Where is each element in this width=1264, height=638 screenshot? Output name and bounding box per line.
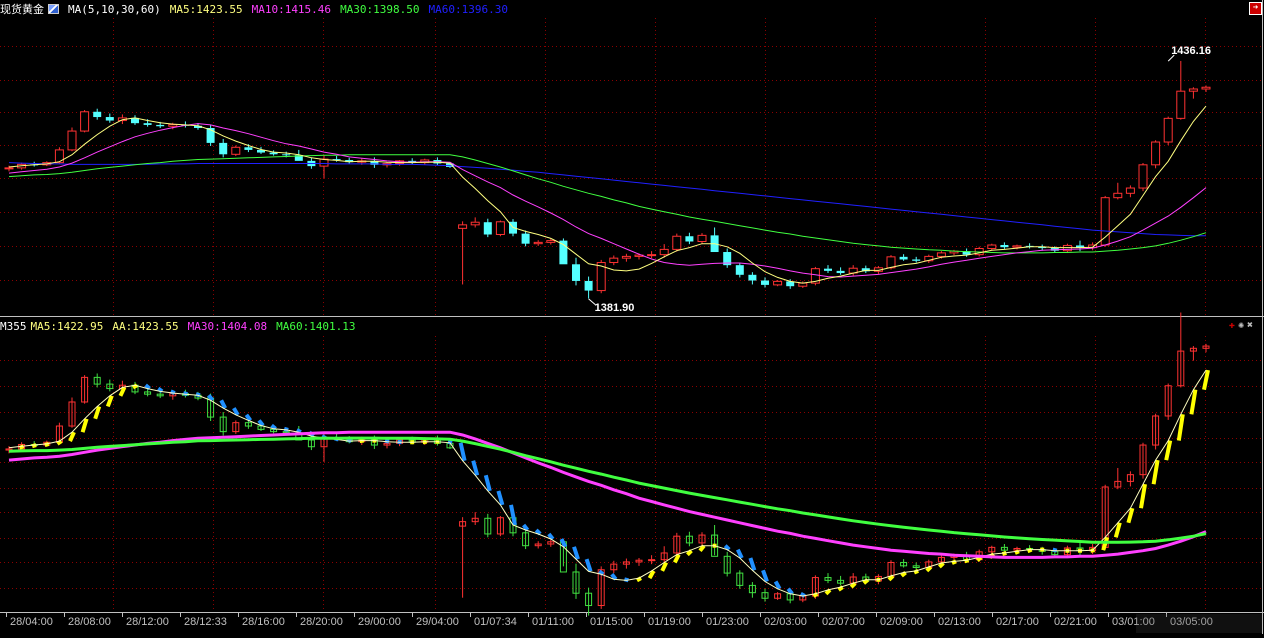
time-label: 28/16:00 [242, 616, 285, 628]
time-label: 01/11:00 [532, 616, 574, 628]
candle-body-up [987, 244, 997, 250]
candle-body-down [836, 270, 845, 274]
sub-ma60-line [8, 436, 1207, 544]
settings-icon[interactable]: ✺ [1238, 320, 1247, 331]
time-label: 28/12:00 [126, 616, 169, 628]
candle-body-up [4, 167, 14, 170]
candle-body-down [761, 280, 769, 285]
time-label: 01/07:34 [474, 616, 517, 628]
candle-body-up [1176, 90, 1186, 119]
candle-body-down [282, 154, 291, 156]
time-label: 01/23:00 [706, 616, 749, 628]
symbol-name[interactable]: 现货黄金 [0, 3, 44, 16]
time-label: 29/00:00 [358, 616, 401, 628]
candle-body-down [748, 274, 757, 281]
candle-body-up [1100, 197, 1110, 246]
candle-body-down [584, 280, 593, 291]
time-label: 28/20:00 [300, 616, 343, 628]
time-label: 02/07:00 [822, 616, 865, 628]
candle-body-up [80, 111, 90, 132]
high-price-label: 1436.16 [1171, 45, 1211, 57]
candle-body-down [244, 147, 253, 150]
ma60-value: MA60:1396.30 [428, 3, 509, 16]
time-axis-highlight [1136, 614, 1262, 633]
time-label: 28/08:00 [68, 616, 111, 628]
sub-aa-value: AA:1423.55 [112, 320, 179, 333]
ma5-line [8, 105, 1207, 284]
indicator-settings-icon[interactable] [48, 4, 59, 14]
candle-body-up [672, 235, 682, 250]
candle-body-down [105, 117, 114, 121]
ma30-line [8, 154, 1207, 254]
sub-chart-header: M355 MA5:1422.95 AA:1423.55 MA30:1404.08 MA6… [0, 319, 365, 335]
candle-body-up [1113, 192, 1123, 199]
candle-body-up [1138, 164, 1148, 189]
ma5-value: MA5:1423.55 [169, 3, 243, 16]
candle-body-up [1163, 117, 1173, 143]
add-indicator-icon[interactable]: ✚ [1229, 320, 1238, 331]
candle-body-up [697, 234, 707, 242]
candle-body-up [546, 240, 556, 243]
candle-body-up [621, 255, 631, 259]
candle-body-up [1125, 187, 1135, 194]
candle-body-up [470, 221, 480, 226]
candle-body-up [231, 146, 241, 155]
ma10-value: MA10:1415.46 [251, 3, 332, 16]
main-chart-header: 现货黄金 MA(5,10,30,60) MA5:1423.55 MA10:1415.4… [0, 2, 517, 18]
candle-body-up [1151, 141, 1161, 166]
candle-body-up [1012, 245, 1022, 248]
ma10-line [8, 123, 1207, 278]
candle-body-up [773, 280, 783, 286]
candle-body-up [659, 248, 669, 256]
time-label: 29/04:00 [416, 616, 459, 628]
candle-body-up [1188, 88, 1198, 92]
sub-ma60-value: MA60:1401.13 [276, 320, 356, 333]
candle-body-up [936, 252, 946, 257]
time-label: 01/15:00 [590, 616, 633, 628]
time-label: 02/09:00 [880, 616, 923, 628]
sub-panel-controls: ✚✺✖ [1229, 320, 1256, 331]
sub-ma5-value: MA5:1422.95 [30, 320, 104, 333]
chart-area: 1436.16 1381.90 28/04:00 28/08:00 28/12:00 28… [0, 0, 1264, 634]
candle-body-down [143, 123, 152, 125]
sub-ma30-value: MA30:1404.08 [187, 320, 268, 333]
candle-body-down [899, 256, 908, 260]
sub-candle-body-up [648, 559, 656, 562]
candle-body-down [572, 264, 580, 281]
candle-body-down [521, 233, 530, 244]
candle-body-down [685, 236, 694, 242]
candle-body-up [67, 130, 77, 151]
time-label: 02/17:00 [996, 616, 1039, 628]
time-label: 02/03:00 [764, 616, 807, 628]
candle-body-up [1201, 86, 1211, 90]
candle-body-up [647, 254, 657, 257]
candle-body-down [735, 265, 744, 275]
ma30-value: MA30:1398.50 [340, 3, 420, 16]
ma60-line [8, 162, 1206, 237]
time-label: 28/12:33 [184, 616, 227, 628]
candle-body-up [886, 256, 896, 269]
candle-body-up [495, 221, 505, 235]
chart-svg: 1436.16 1381.90 28/04:00 28/08:00 28/12:00 28… [0, 0, 1264, 634]
time-label: 28/04:00 [10, 616, 53, 628]
time-label: 02/13:00 [938, 616, 981, 628]
candle-body-up [458, 224, 468, 229]
candle-body-up [533, 241, 543, 245]
ma-params-label[interactable]: MA(5,10,30,60) [68, 3, 161, 16]
candle-body-down [912, 259, 921, 261]
candle-body-down [824, 268, 832, 271]
time-label: 02/21:00 [1054, 616, 1097, 628]
time-label: 01/19:00 [648, 616, 691, 628]
low-price-label: 1381.90 [595, 302, 635, 314]
candle-body-down [219, 142, 228, 155]
sub-indicator-name[interactable]: M355 [0, 320, 27, 333]
candle-body-down [156, 124, 165, 127]
close-sub-icon[interactable]: ✖ [1247, 320, 1256, 331]
candle-body-up [609, 257, 619, 264]
candle-body-down [93, 111, 102, 118]
candle-body-down [483, 222, 492, 235]
candle-body-down [1000, 245, 1009, 248]
close-icon[interactable]: ➜ [1249, 2, 1262, 15]
